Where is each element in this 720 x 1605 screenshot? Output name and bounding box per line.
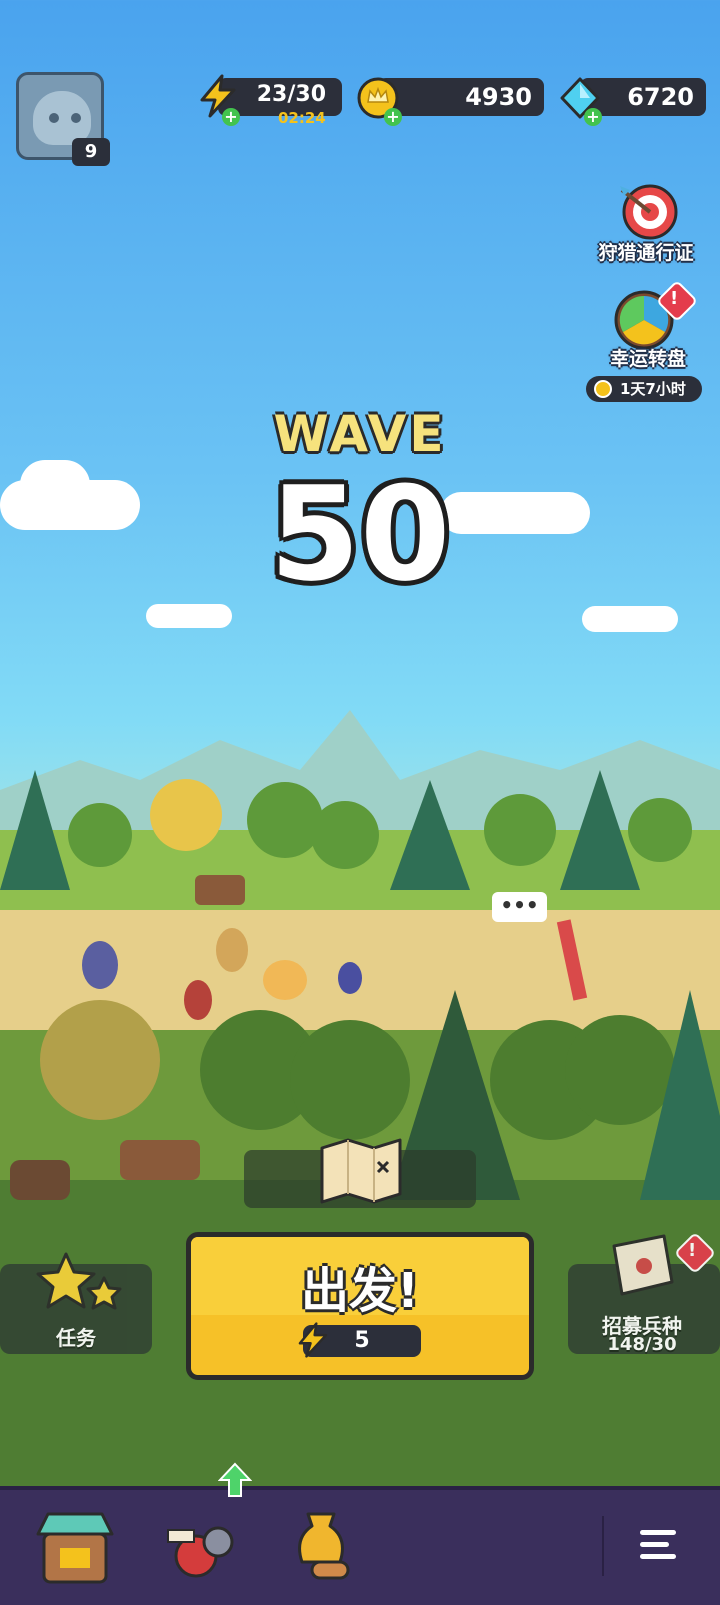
hunt-pass-label: 狩猎通行证 [598, 242, 694, 264]
recruit-count: 148/30 [607, 1334, 677, 1355]
clock-icon [594, 380, 612, 398]
army-tab[interactable] [158, 1504, 248, 1594]
add-energy-button[interactable]: + [222, 108, 240, 126]
recruit-button[interactable]: ! 招募兵种 148/30 [568, 1231, 720, 1355]
energy-value: 23/30 [256, 82, 326, 107]
gold-bar[interactable]: 4930 [378, 78, 544, 116]
alert-mark: ! [688, 1240, 697, 1261]
map-icon[interactable] [318, 1134, 404, 1204]
avatar-face [33, 91, 91, 145]
add-gold-button[interactable]: + [384, 108, 402, 126]
alert-mark: ! [670, 288, 679, 309]
add-gems-button[interactable]: + [584, 108, 602, 126]
menu-icon[interactable] [640, 1530, 676, 1566]
avatar-eye [49, 113, 59, 123]
lightning-icon [298, 1322, 328, 1358]
stars-icon [36, 1252, 122, 1310]
menu-line [640, 1542, 669, 1547]
nav-divider [602, 1516, 604, 1576]
wave-label: WAVE [273, 405, 447, 463]
lucky-wheel-time-left: 1天7小时 [620, 380, 686, 398]
scroll-icon [612, 1234, 674, 1296]
quests-button[interactable]: 任务 [0, 1252, 152, 1354]
wave-number: 50 [269, 458, 451, 610]
hunt-pass-button[interactable]: 狩猎通行证 [590, 182, 702, 268]
gold-value: 4930 [465, 83, 532, 111]
player-level-badge: 9 [72, 138, 110, 166]
treasure-tab[interactable] [278, 1504, 368, 1594]
gem-value: 6720 [627, 83, 694, 111]
army-icon [167, 1526, 234, 1578]
shop-icon [36, 1512, 114, 1584]
chat-bubble[interactable]: ••• [492, 892, 547, 922]
menu-line [640, 1554, 676, 1559]
energy-timer: 02:24 [278, 109, 326, 127]
menu-line [640, 1530, 676, 1535]
avatar-eye [71, 113, 81, 123]
bottom-nav [0, 1462, 720, 1605]
go-label: 出发! [301, 1263, 419, 1319]
quests-label: 任务 [56, 1326, 96, 1350]
shop-tab[interactable] [30, 1504, 120, 1594]
lucky-wheel-button[interactable]: ! 幸运转盘 [592, 279, 704, 370]
upgrade-arrow-icon [218, 1462, 252, 1497]
go-button[interactable]: 出发! 5 [186, 1232, 534, 1380]
treasure-icon [298, 1512, 350, 1580]
lucky-wheel-label: 幸运转盘 [609, 348, 686, 370]
target-arrow-icon [620, 184, 678, 240]
go-cost-value: 5 [354, 1328, 370, 1353]
lucky-wheel-timer: 1天7小时 [586, 376, 702, 402]
